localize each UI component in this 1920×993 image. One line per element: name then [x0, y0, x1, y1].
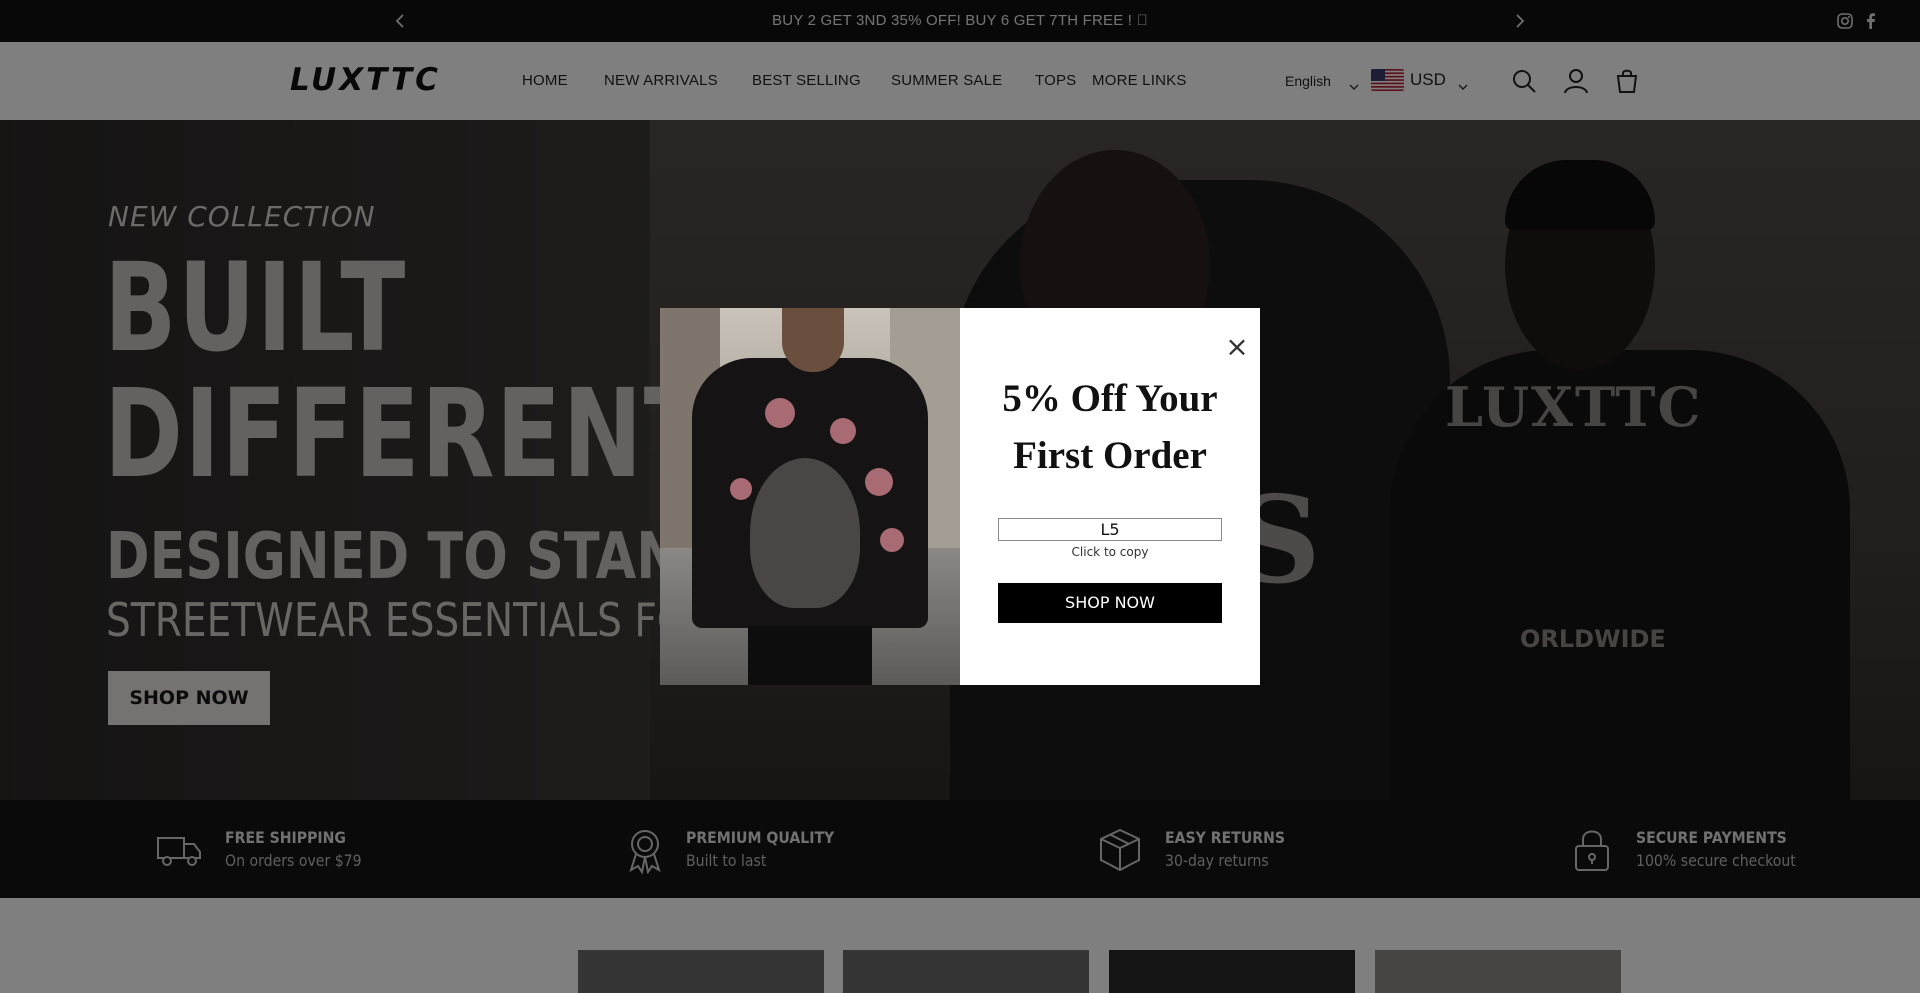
- discount-code-field[interactable]: L5: [998, 518, 1222, 541]
- popup-image-rose: [830, 418, 856, 444]
- popup-image-rose: [730, 478, 752, 500]
- popup-heading-line-2: First Order: [1013, 434, 1207, 477]
- popup-image-rose: [765, 398, 795, 428]
- popup-image-legs: [748, 626, 872, 685]
- popup-image: [660, 308, 960, 685]
- popup-image-rose: [880, 528, 904, 552]
- popup-shop-now-button[interactable]: SHOP NOW: [998, 583, 1222, 623]
- copy-hint[interactable]: Click to copy: [960, 545, 1260, 559]
- popup-image-rose: [865, 468, 893, 496]
- popup-heading: 5% Off Your First Order: [960, 370, 1260, 484]
- popup-image-statue-print: [750, 458, 860, 608]
- discount-popup: × 5% Off Your First Order L5 Click to co…: [660, 308, 1260, 685]
- close-icon[interactable]: ×: [1224, 333, 1250, 361]
- popup-heading-line-1: 5% Off Your: [1002, 377, 1218, 420]
- popup-image-head: [782, 308, 844, 372]
